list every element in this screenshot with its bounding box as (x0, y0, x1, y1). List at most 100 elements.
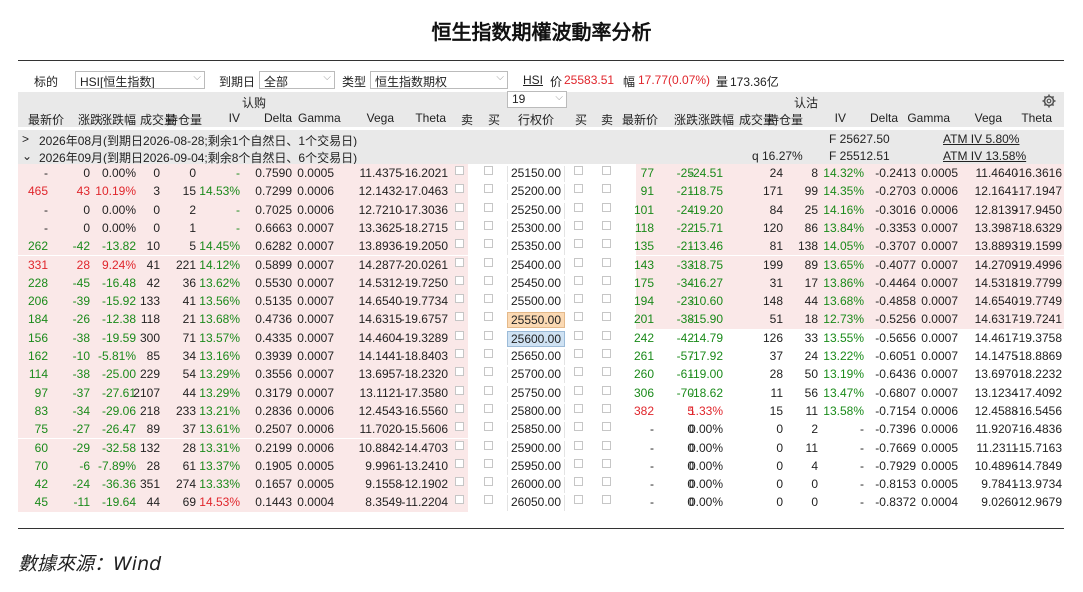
checkbox-icon[interactable] (484, 275, 493, 285)
checkbox-icon[interactable] (574, 422, 583, 432)
table-row[interactable]: 45 -11 -19.64 44 69 14.53% 0.1443 0.0004 8.3549-… (18, 493, 1064, 512)
col-header-call-11[interactable]: 买 (481, 111, 507, 128)
col-header-put-2[interactable]: 最新价 (618, 111, 658, 128)
checkbox-icon[interactable] (602, 294, 611, 304)
expiry-atm-iv[interactable]: ATM IV 5.80% (943, 132, 1019, 146)
strike-cell[interactable]: 25450.00 (507, 275, 565, 292)
checkbox-icon[interactable] (602, 257, 611, 267)
checkbox-icon[interactable] (455, 477, 464, 487)
checkbox-icon[interactable] (455, 330, 464, 340)
checkbox-icon[interactable] (574, 257, 583, 267)
col-header-put-8[interactable]: Delta (862, 111, 898, 125)
col-header-call-6[interactable]: Delta (258, 111, 292, 125)
strike-cell[interactable]: 25750.00 (507, 385, 565, 402)
checkbox-icon[interactable] (602, 477, 611, 487)
checkbox-icon[interactable] (484, 166, 493, 175)
checkbox-icon[interactable] (484, 202, 493, 212)
checkbox-icon[interactable] (484, 312, 493, 322)
checkbox-icon[interactable] (484, 495, 493, 505)
table-row[interactable]: 465 43 10.19% 3 15 14.53% 0.7299 0.0006 12.1432-… (18, 182, 1064, 201)
table-row[interactable]: 42 -24 -36.36 351 274 13.33% 0.1657 0.0005 9.155… (18, 475, 1064, 494)
expiry-row-sep[interactable]: ⌄ 2026年09月(到期日2026-09-04;剩余8个自然日、6个交易日) … (18, 147, 1064, 165)
checkbox-icon[interactable] (602, 312, 611, 322)
checkbox-icon[interactable] (602, 184, 611, 194)
col-header-put-9[interactable]: Gamma (904, 111, 950, 125)
checkbox-icon[interactable] (574, 294, 583, 304)
checkbox-icon[interactable] (574, 458, 583, 468)
col-header-put-7[interactable]: IV (810, 111, 846, 125)
checkbox-icon[interactable] (455, 440, 464, 450)
checkbox-icon[interactable] (574, 166, 583, 175)
checkbox-icon[interactable] (574, 385, 583, 395)
checkbox-icon[interactable] (602, 275, 611, 285)
checkbox-icon[interactable] (484, 367, 493, 377)
checkbox-icon[interactable] (574, 495, 583, 505)
strike-cell[interactable]: 25950.00 (507, 458, 565, 475)
table-row[interactable]: 262 -42 -13.82 10 5 14.45% 0.6282 0.0007 13.8936… (18, 237, 1064, 256)
checkbox-icon[interactable] (602, 458, 611, 468)
chevron-icon[interactable]: > (22, 132, 29, 146)
checkbox-icon[interactable] (455, 184, 464, 194)
checkbox-icon[interactable] (602, 495, 611, 505)
strike-cell[interactable]: 26000.00 (507, 477, 565, 494)
table-row[interactable]: -0 0.00% 0 2-0.7025 0.0006 12.7210 -17.3036 252… (18, 200, 1064, 219)
table-row[interactable]: 114 -38 -25.00 229 54 13.29% 0.3556 0.0007 13.69… (18, 365, 1064, 384)
col-header-put-11[interactable]: Theta (1008, 111, 1052, 125)
checkbox-icon[interactable] (484, 458, 493, 468)
table-row[interactable]: -0 0.00% 0 1-0.6663 0.0007 13.3625 -18.2715 253… (18, 218, 1064, 238)
checkbox-icon[interactable] (455, 202, 464, 212)
col-header-call-9[interactable]: Theta (406, 111, 446, 125)
expiry-row-aug[interactable]: > 2026年08月(到期日2026-08-28;剩余1个自然日、1个交易日) … (18, 130, 1064, 148)
checkbox-icon[interactable] (484, 349, 493, 358)
col-header-put-6[interactable]: 持仓量 (765, 111, 803, 128)
strike-cell[interactable]: 25350.00 (507, 239, 565, 256)
checkbox-icon[interactable] (484, 385, 493, 395)
checkbox-icon[interactable] (602, 330, 611, 340)
col-header-put-0[interactable]: 买 (568, 111, 594, 128)
checkbox-icon[interactable] (455, 275, 464, 285)
strike-cell[interactable]: 25400.00 (507, 257, 565, 274)
strike-cell[interactable]: 25500.00 (507, 294, 565, 311)
checkbox-icon[interactable] (455, 349, 464, 358)
col-header-call-2[interactable]: 涨跌幅 (96, 111, 136, 128)
strike-cell[interactable]: 25800.00 (507, 403, 565, 420)
table-row[interactable]: 184 -26 -12.38 118 21 13.68% 0.4736 0.0007 14.63… (18, 310, 1064, 329)
checkbox-icon[interactable] (574, 202, 583, 212)
hsi-link[interactable]: HSI (523, 73, 543, 87)
checkbox-icon[interactable] (602, 220, 611, 230)
checkbox-icon[interactable] (484, 184, 493, 194)
checkbox-icon[interactable] (455, 220, 464, 230)
table-row[interactable]: 156 -38 -19.59 300 71 13.57% 0.4335 0.0007 14.46… (18, 328, 1064, 347)
strike-cell[interactable]: 26050.00 (507, 495, 565, 512)
table-row[interactable]: 206 -39 -15.92 133 41 13.56% 0.5135 0.0007 14.65… (18, 292, 1064, 311)
expiry-atm-iv[interactable]: ATM IV 13.58% (943, 149, 1026, 163)
checkbox-icon[interactable] (455, 495, 464, 505)
underlying-select[interactable]: HSI[恒生指数] ⌵ (75, 71, 205, 89)
checkbox-icon[interactable] (484, 422, 493, 432)
table-row[interactable]: 75 -27 -26.47 89 37 13.61% 0.2507 0.0006 11.7020… (18, 420, 1064, 439)
col-header-put-4[interactable]: 涨跌幅 (694, 111, 734, 128)
checkbox-icon[interactable] (574, 440, 583, 450)
checkbox-icon[interactable] (455, 257, 464, 267)
checkbox-icon[interactable] (484, 403, 493, 413)
col-header-strike[interactable]: 行权价 (507, 111, 565, 128)
table-row[interactable]: 60 -29 -32.58 132 28 13.31% 0.2199 0.0006 10.884… (18, 438, 1064, 457)
col-header-call-7[interactable]: Gamma (298, 111, 341, 125)
checkbox-icon[interactable] (455, 239, 464, 249)
checkbox-icon[interactable] (455, 312, 464, 322)
checkbox-icon[interactable] (574, 239, 583, 249)
col-header-put-10[interactable]: Vega (946, 111, 1002, 125)
checkbox-icon[interactable] (602, 367, 611, 377)
checkbox-icon[interactable] (574, 330, 583, 340)
checkbox-icon[interactable] (484, 440, 493, 450)
checkbox-icon[interactable] (574, 477, 583, 487)
strike-cell[interactable]: 25650.00 (507, 349, 565, 365)
strike-cell[interactable]: 25300.00 (507, 220, 565, 237)
checkbox-icon[interactable] (574, 367, 583, 377)
col-header-call-10[interactable]: 卖 (454, 111, 480, 128)
col-header-call-0[interactable]: 最新价 (18, 111, 64, 128)
col-header-call-5[interactable]: IV (208, 111, 240, 125)
strike-cell[interactable]: 25700.00 (507, 367, 565, 384)
checkbox-icon[interactable] (602, 202, 611, 212)
checkbox-icon[interactable] (574, 349, 583, 358)
